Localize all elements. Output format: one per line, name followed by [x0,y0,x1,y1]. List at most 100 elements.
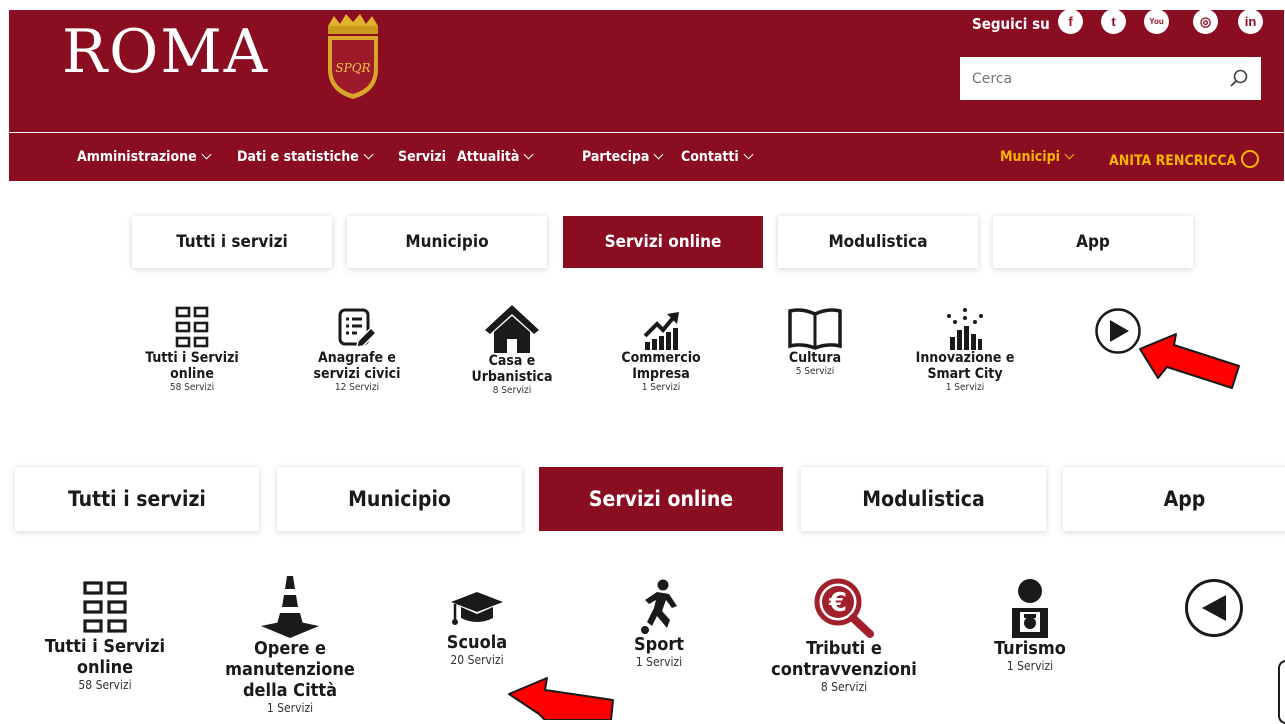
tab-app[interactable]: App [993,216,1193,268]
category-tutti-servizi-online[interactable]: Tutti i Servizi online 58 Servizi [132,306,252,394]
tab-servizi-online[interactable]: Servizi online [563,216,763,268]
user-menu[interactable]: ANITA RENCRICCA [1109,147,1260,169]
nav-dati-statistiche[interactable]: Dati e statistiche [237,149,374,165]
form-edit-icon [338,308,378,348]
spqr-crest-logo[interactable]: SPQR [318,14,388,100]
service-count: 1 Servizi [266,701,314,715]
category-label: Urbanistica [471,369,553,385]
user-icon [1241,150,1260,168]
chevron-down-icon [201,149,212,160]
scroll-widget-edge[interactable] [1278,660,1285,724]
category-turismo[interactable]: Turismo 1 Servizi [970,578,1090,674]
category-label: contravvenzioni [771,659,917,680]
tab-servizi-online[interactable]: Servizi online [539,467,783,531]
tab-municipio[interactable]: Municipio [277,467,522,531]
category-label: online [76,657,134,678]
tab-app[interactable]: App [1063,467,1285,531]
category-label: Anagrafe e [318,350,396,366]
svg-text:SPQR: SPQR [335,61,370,75]
category-label: Turismo [994,638,1066,659]
grid-icon [83,581,127,633]
search-icon[interactable] [1229,68,1249,88]
category-label: Impresa [632,366,690,382]
traffic-cone-icon [261,576,319,638]
category-sport[interactable]: Sport 1 Servizi [604,578,714,670]
tab-modulistica[interactable]: Modulistica [801,467,1046,531]
search-box [960,57,1261,100]
tab-modulistica[interactable]: Modulistica [778,216,978,268]
category-label: della Città [242,680,338,701]
svg-text:€: € [828,588,847,618]
category-innovazione-smart-city[interactable]: Innovazione e Smart City 1 Servizi [905,306,1025,394]
category-label: Commercio [621,350,701,366]
service-count: 8 Servizi [492,385,532,396]
service-count: 12 Servizi [334,382,380,393]
category-label: Opere e [254,638,326,659]
chart-growth-icon [643,312,679,350]
follow-us-label: Seguici su [972,15,1050,33]
nav-attualita[interactable]: Attualità [457,149,534,165]
service-count: 1 Servizi [635,655,683,669]
service-count: 1 Servizi [641,382,681,393]
category-anagrafe[interactable]: Anagrafe e servizi civici 12 Servizi [297,306,417,394]
service-count: 8 Servizi [820,680,868,694]
soccer-player-icon [641,579,677,634]
nav-amministrazione[interactable]: Amministrazione [77,149,212,165]
next-arrow-button[interactable] [1094,307,1142,355]
annotation-red-arrow [508,677,614,720]
category-label: servizi civici [313,366,401,382]
twitter-icon[interactable]: t [1101,9,1126,34]
tab-municipio[interactable]: Municipio [347,216,547,268]
category-opere-manutenzione[interactable]: Opere e manutenzione della Città 1 Servi… [215,574,365,720]
category-label: online [170,366,214,382]
book-icon [788,308,842,350]
category-commercio-impresa[interactable]: Commercio Impresa 1 Servizi [601,306,721,394]
annotation-red-arrow [1139,333,1240,389]
chevron-down-icon [363,149,374,160]
service-count: 1 Servizi [945,382,985,393]
category-label: manutenzione [225,659,355,680]
linkedin-icon[interactable]: in [1238,9,1263,34]
category-label: Scuola [446,632,508,653]
category-scuola[interactable]: Scuola 20 Servizi [412,588,542,668]
category-tributi-contravvenzioni[interactable]: € Tributi e contravvenzioni 8 Servizi [764,578,924,695]
youtube-icon[interactable]: You [1144,9,1169,34]
nav-contatti[interactable]: Contatti [681,149,754,165]
facebook-icon[interactable]: f [1058,9,1083,34]
category-label: Tutti i Servizi [44,636,166,657]
search-input[interactable] [960,57,1210,100]
category-casa-urbanistica[interactable]: Casa e Urbanistica 8 Servizi [452,303,572,397]
service-count: 58 Servizi [169,382,215,393]
category-tutti-servizi-online[interactable]: Tutti i Servizi online 58 Servizi [30,580,180,693]
tab-tutti-i-servizi[interactable]: Tutti i servizi [132,216,332,268]
previous-arrow-button[interactable] [1184,578,1244,638]
tourist-icon [1012,579,1048,638]
category-label: Tributi e [806,638,882,659]
chevron-down-icon [743,149,754,160]
category-label: Innovazione e [915,350,1015,366]
category-label: Sport [633,634,685,655]
category-label: Smart City [927,366,1003,382]
house-icon [485,305,539,353]
service-count: 1 Servizi [1006,659,1054,673]
nav-partecipa[interactable]: Partecipa [582,149,664,165]
nav-servizi[interactable]: Servizi [398,149,446,165]
tab-tutti-i-servizi[interactable]: Tutti i servizi [15,467,259,531]
category-label: Tutti i Servizi [145,350,239,366]
roma-logo[interactable]: ROMA [62,22,269,82]
instagram-icon[interactable]: ◎ [1193,9,1218,34]
category-label: Casa e [488,353,536,369]
chevron-down-icon [653,149,664,160]
nav-municipi[interactable]: Municipi [1000,149,1075,165]
graduation-cap-icon [451,592,503,625]
grid-icon [175,306,209,348]
service-count: 5 Servizi [795,366,835,377]
service-count: 58 Servizi [78,678,132,692]
chevron-down-icon [523,149,534,160]
category-cultura[interactable]: Cultura 5 Servizi [755,306,875,378]
category-label: Cultura [788,350,842,366]
euro-search-icon: € [814,578,874,638]
service-count: 20 Servizi [450,653,504,667]
smart-city-icon [947,308,983,350]
chevron-down-icon [1064,149,1075,160]
